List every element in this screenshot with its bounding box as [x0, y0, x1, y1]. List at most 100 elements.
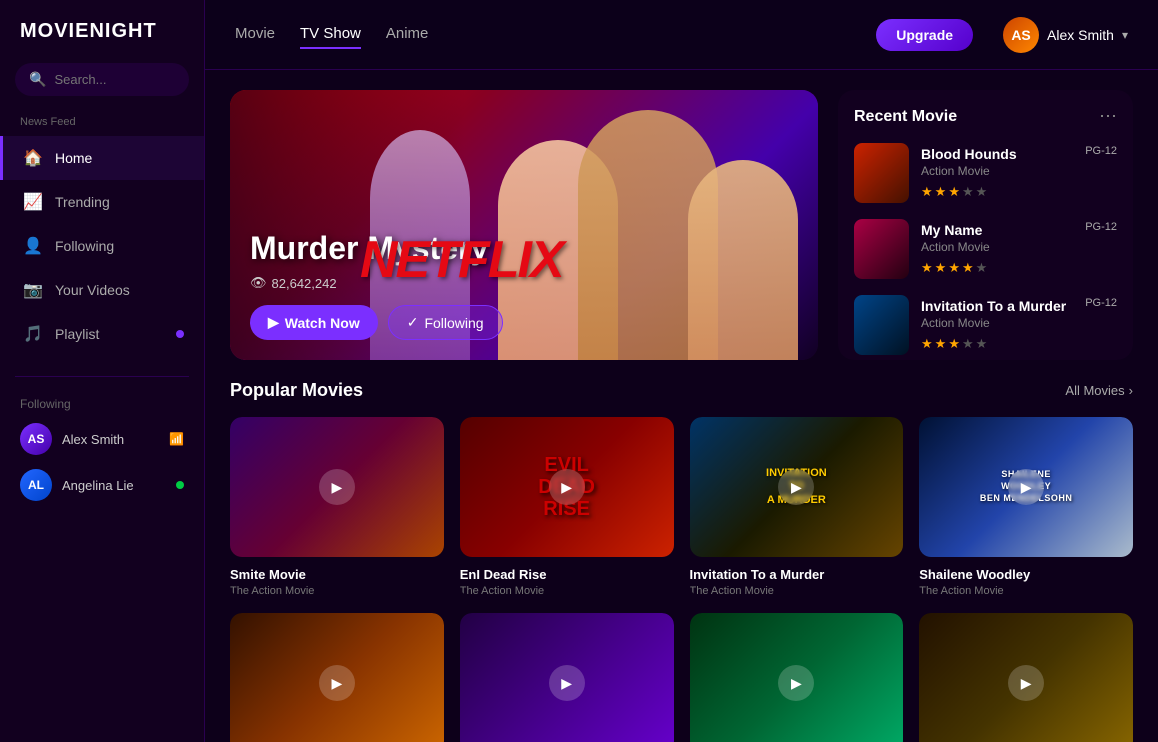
- watch-now-label: Watch Now: [285, 315, 360, 331]
- movie-card-evil-dead[interactable]: EVILDEADRISE ▶ EnI Dead Rise The Action …: [460, 417, 674, 597]
- search-input[interactable]: [54, 72, 175, 87]
- star-3-1: ★: [921, 336, 933, 352]
- sidebar-item-home-label: Home: [55, 150, 92, 166]
- tab-tvshow[interactable]: TV Show: [300, 20, 361, 49]
- search-icon: 🔍: [29, 71, 46, 88]
- movie-card-5[interactable]: ▶ —: [230, 613, 444, 742]
- follower-angelina[interactable]: AL Angelina Lie: [20, 469, 184, 501]
- notification-badge: [176, 330, 184, 338]
- section-header: Popular Movies All Movies ›: [230, 380, 1133, 401]
- recent-genre-3: Action Movie: [921, 316, 1073, 330]
- recent-info-blood-hounds: Blood Hounds Action Movie ★ ★ ★ ★ ★: [921, 146, 1073, 200]
- star-2-5: ★: [976, 260, 988, 276]
- movie-title-evil-dead: EnI Dead Rise: [460, 567, 674, 582]
- following-section: Following AS Alex Smith 📶 AL Angelina Li…: [0, 387, 204, 515]
- movie-thumb-6: ▶: [460, 613, 674, 742]
- app-logo: MOVIENIGHT: [0, 20, 204, 63]
- following-button[interactable]: ✓ Following: [388, 305, 503, 340]
- popular-movies-title: Popular Movies: [230, 380, 363, 401]
- all-movies-link[interactable]: All Movies ›: [1065, 383, 1133, 398]
- stars-1: ★ ★ ★ ★ ★: [921, 184, 1073, 200]
- movie-title-shailene: Shailene Woodley: [919, 567, 1133, 582]
- playlist-icon: 🎵: [23, 324, 43, 344]
- main-content: Movie TV Show Anime Upgrade AS Alex Smit…: [205, 0, 1158, 742]
- follower-alex[interactable]: AS Alex Smith 📶: [20, 423, 184, 455]
- content-area: Murder Mystery 👁 82,642,242 ▶ Watch Now: [205, 70, 1158, 742]
- movie-card-invitation-murder[interactable]: INVITATIONTOA MURDER ▶ Invitation To a M…: [690, 417, 904, 597]
- recent-movies-title: Recent Movie: [854, 108, 957, 126]
- recent-genre-2: Action Movie: [921, 240, 1073, 254]
- stars-2: ★ ★ ★ ★ ★: [921, 260, 1073, 276]
- recent-movie-invitation[interactable]: Invitation To a Murder Action Movie ★ ★ …: [854, 295, 1117, 355]
- star-3-3: ★: [948, 336, 960, 352]
- star-3-2: ★: [935, 336, 947, 352]
- recent-info-my-name: My Name Action Movie ★ ★ ★ ★ ★: [921, 222, 1073, 276]
- play-button-smite[interactable]: ▶: [319, 469, 355, 505]
- user-avatar: AS: [1003, 17, 1039, 53]
- recent-info-invitation: Invitation To a Murder Action Movie ★ ★ …: [921, 298, 1073, 352]
- recent-thumb-invitation: [854, 295, 909, 355]
- movie-title-smite: Smite Movie: [230, 567, 444, 582]
- play-button-shailene[interactable]: ▶: [1008, 469, 1044, 505]
- movie-card-shailene[interactable]: SHAILENEWOODLEYBEN MENDELSOHN ▶ Shailene…: [919, 417, 1133, 597]
- recent-movie-name-3: Invitation To a Murder: [921, 298, 1073, 314]
- watch-now-button[interactable]: ▶ Watch Now: [250, 305, 378, 340]
- header-nav: Movie TV Show Anime: [235, 20, 846, 49]
- movie-thumb-8: ▶: [919, 613, 1133, 742]
- sidebar-item-playlist[interactable]: 🎵 Playlist: [0, 312, 204, 356]
- play-button-5[interactable]: ▶: [319, 665, 355, 701]
- play-button-6[interactable]: ▶: [549, 665, 585, 701]
- following-section-label: Following: [20, 397, 184, 411]
- movie-card-7[interactable]: ▶ —: [690, 613, 904, 742]
- movie-card-8[interactable]: ▶ —: [919, 613, 1133, 742]
- all-movies-label: All Movies: [1065, 383, 1124, 398]
- movie-thumb-shailene: SHAILENEWOODLEYBEN MENDELSOHN ▶: [919, 417, 1133, 557]
- play-button-evil-dead[interactable]: ▶: [549, 469, 585, 505]
- hero-banner[interactable]: Murder Mystery 👁 82,642,242 ▶ Watch Now: [230, 90, 818, 360]
- play-icon: ▶: [268, 314, 279, 331]
- tab-movie[interactable]: Movie: [235, 20, 275, 49]
- movie-card-smite[interactable]: ▶ Smite Movie The Action Movie: [230, 417, 444, 597]
- netflix-logo-area: NETFLIX: [360, 230, 563, 290]
- sidebar-item-home[interactable]: 🏠 Home: [0, 136, 204, 180]
- wifi-icon: 📶: [169, 432, 184, 446]
- play-button-7[interactable]: ▶: [778, 665, 814, 701]
- search-bar[interactable]: 🔍: [15, 63, 189, 96]
- hero-figure-3: [688, 160, 798, 360]
- play-button-invitation[interactable]: ▶: [778, 469, 814, 505]
- sidebar-item-trending-label: Trending: [55, 194, 110, 210]
- star-2-4: ★: [962, 260, 974, 276]
- user-name: Alex Smith: [1047, 27, 1114, 43]
- play-button-8[interactable]: ▶: [1008, 665, 1044, 701]
- follower-angelina-avatar: AL: [20, 469, 52, 501]
- videos-icon: 📷: [23, 280, 43, 300]
- star-2-3: ★: [948, 260, 960, 276]
- sidebar-item-following[interactable]: 👤 Following: [0, 224, 204, 268]
- recent-movie-my-name[interactable]: My Name Action Movie ★ ★ ★ ★ ★ PG-12: [854, 219, 1117, 279]
- popular-movies-section: Popular Movies All Movies › ▶ Smite Movi…: [230, 380, 1133, 742]
- chevron-down-icon: ▾: [1122, 28, 1128, 42]
- star-1-3: ★: [948, 184, 960, 200]
- news-feed-label: News Feed: [0, 116, 204, 136]
- sidebar-item-following-label: Following: [55, 238, 114, 254]
- movie-title-invitation: Invitation To a Murder: [690, 567, 904, 582]
- user-profile[interactable]: AS Alex Smith ▾: [1003, 17, 1128, 53]
- more-options-button[interactable]: ⋯: [1099, 106, 1117, 127]
- movie-genre-evil-dead: The Action Movie: [460, 585, 674, 597]
- movie-thumb-invitation-murder: INVITATIONTOA MURDER ▶: [690, 417, 904, 557]
- recent-movie-name-1: Blood Hounds: [921, 146, 1073, 162]
- chevron-right-icon: ›: [1129, 383, 1133, 398]
- sidebar-item-your-videos[interactable]: 📷 Your Videos: [0, 268, 204, 312]
- header: Movie TV Show Anime Upgrade AS Alex Smit…: [205, 0, 1158, 70]
- netflix-logo-text: NETFLIX: [360, 231, 563, 289]
- movie-genre-invitation: The Action Movie: [690, 585, 904, 597]
- sidebar-item-trending[interactable]: 📈 Trending: [0, 180, 204, 224]
- recent-rating-1: PG-12: [1085, 145, 1117, 157]
- tab-anime[interactable]: Anime: [386, 20, 429, 49]
- movie-genre-smite: The Action Movie: [230, 585, 444, 597]
- check-icon: ✓: [407, 314, 419, 331]
- movie-card-6[interactable]: ▶ —: [460, 613, 674, 742]
- upgrade-button[interactable]: Upgrade: [876, 19, 973, 51]
- recent-header: Recent Movie ⋯: [854, 106, 1117, 127]
- recent-movie-blood-hounds[interactable]: Blood Hounds Action Movie ★ ★ ★ ★ ★ PG-1…: [854, 143, 1117, 203]
